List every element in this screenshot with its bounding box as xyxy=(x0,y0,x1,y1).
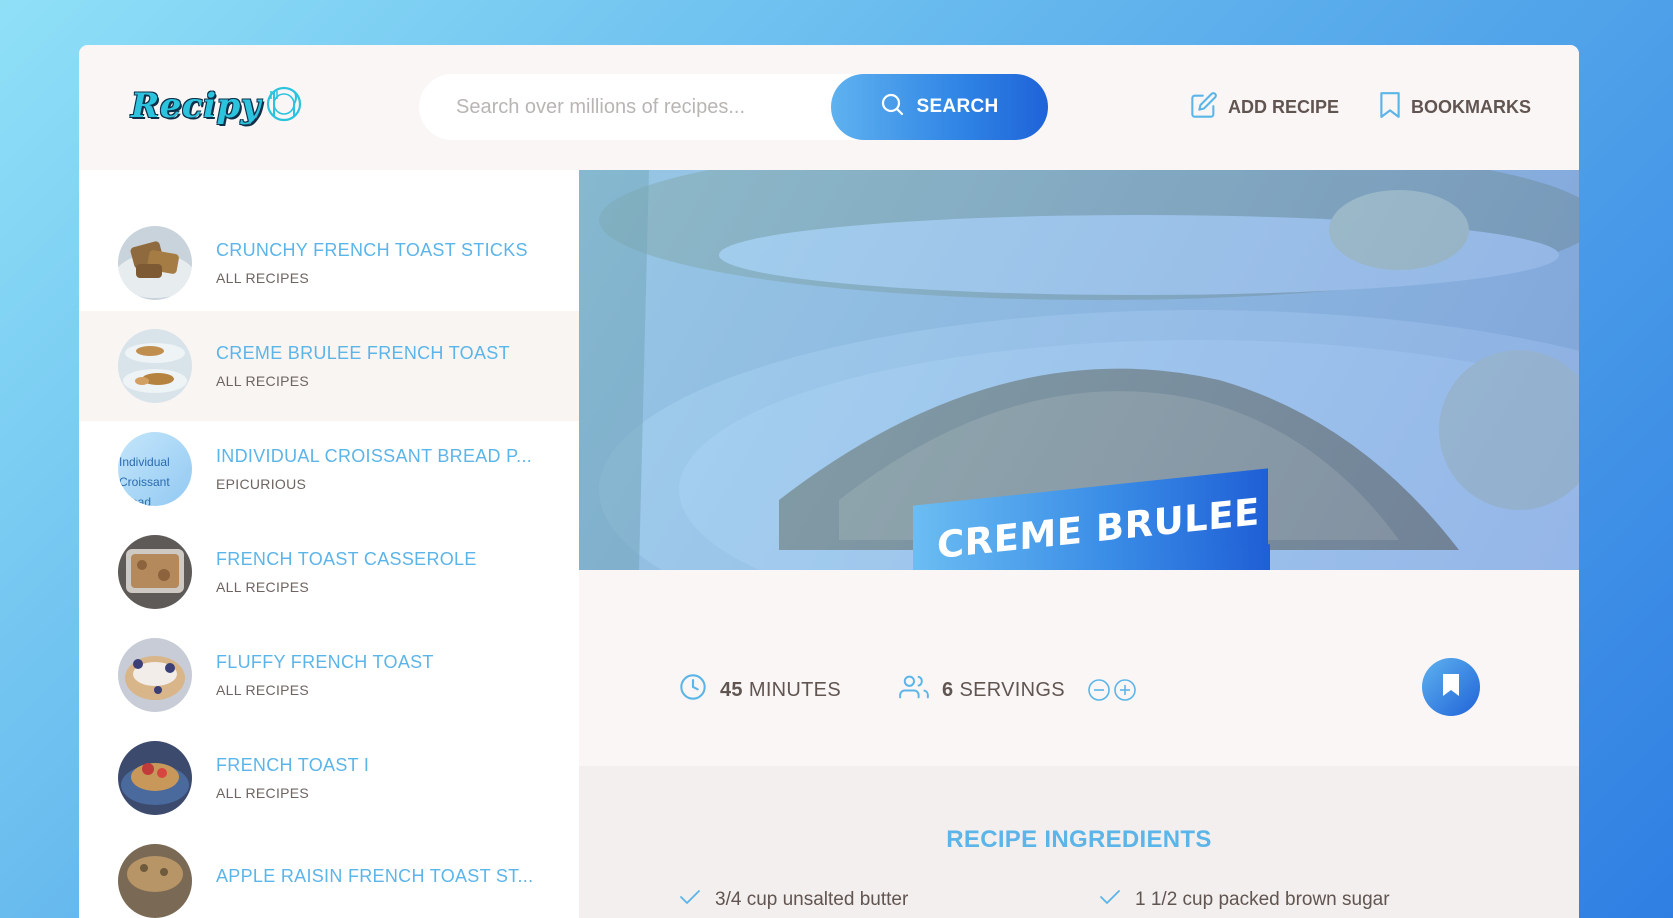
ingredient-text: 1 1/2 cup packed brown sugar xyxy=(1135,889,1390,910)
bookmark-icon xyxy=(1379,91,1401,124)
result-item[interactable]: APPLE RAISIN FRENCH TOAST ST... xyxy=(79,826,579,918)
result-item[interactable]: FRENCH TOAST CASSEROLE ALL RECIPES xyxy=(79,517,579,627)
header: Recipy SEARCH xyxy=(79,45,1579,170)
result-text: FLUFFY FRENCH TOAST ALL RECIPES xyxy=(216,652,434,698)
app-container: Recipy SEARCH xyxy=(79,45,1579,918)
result-text: INDIVIDUAL CROISSANT BREAD P... EPICURIO… xyxy=(216,446,532,492)
bookmark-recipe-button[interactable] xyxy=(1422,658,1480,716)
recipe-ingredients: RECIPE INGREDIENTS 3/4 cup unsalted butt… xyxy=(579,766,1579,918)
ingredient-text: 3/4 cup unsalted butter xyxy=(715,889,909,910)
result-text: CREME BRULEE FRENCH TOAST ALL RECIPES xyxy=(216,343,510,389)
add-recipe-button[interactable]: ADD RECIPE xyxy=(1190,91,1339,124)
logo[interactable]: Recipy xyxy=(131,81,303,131)
result-publisher: ALL RECIPES xyxy=(216,270,310,286)
result-text: APPLE RAISIN FRENCH TOAST ST... xyxy=(216,866,533,896)
search-button-label: SEARCH xyxy=(916,96,999,117)
result-title: APPLE RAISIN FRENCH TOAST ST... xyxy=(216,866,534,886)
decrease-servings-button[interactable] xyxy=(1087,678,1111,702)
result-item[interactable]: CRUNCHY FRENCH TOAST STICKS ALL RECIPES xyxy=(79,208,579,318)
servings-unit: SERVINGS xyxy=(959,678,1065,701)
result-title: FLUFFY FRENCH TOAST xyxy=(216,652,434,672)
recipe-view: CREME BRULEE FRENCH TOAST 45 MINUTES xyxy=(579,170,1579,918)
search-form: SEARCH xyxy=(419,74,1048,140)
result-thumbnail-broken: Individual Croissant Bread xyxy=(118,432,192,506)
result-thumbnail xyxy=(118,329,192,403)
check-icon xyxy=(1099,888,1121,912)
ingredients-heading: RECIPE INGREDIENTS xyxy=(946,826,1212,853)
result-thumbnail xyxy=(118,638,192,712)
result-publisher: EPICURIOUS xyxy=(216,476,307,492)
result-item[interactable]: FLUFFY FRENCH TOAST ALL RECIPES xyxy=(79,620,579,730)
result-thumbnail xyxy=(118,226,192,300)
result-title: CREME BRULEE FRENCH TOAST xyxy=(216,343,510,363)
users-icon xyxy=(899,673,929,707)
check-icon xyxy=(679,888,701,912)
recipe-details: 45 MINUTES 6 SERVINGS xyxy=(579,570,1579,766)
result-thumbnail xyxy=(118,535,192,609)
result-publisher: ALL RECIPES xyxy=(216,373,310,389)
plus-circle-icon xyxy=(1114,679,1136,701)
result-item[interactable]: FRENCH TOAST I ALL RECIPES xyxy=(79,723,579,833)
result-title: CRUNCHY FRENCH TOAST STICKS xyxy=(216,240,528,260)
result-publisher: ALL RECIPES xyxy=(216,785,310,801)
bookmarks-label: BOOKMARKS xyxy=(1411,96,1531,117)
bookmark-fill-icon xyxy=(1441,672,1461,702)
minus-circle-icon xyxy=(1088,679,1110,701)
logo-text: Recipy xyxy=(131,86,262,126)
result-publisher: ALL RECIPES xyxy=(216,682,310,698)
edit-icon xyxy=(1190,91,1218,124)
search-button[interactable]: SEARCH xyxy=(831,74,1048,140)
cooking-time-value: 45 xyxy=(720,678,743,701)
result-thumbnail xyxy=(118,844,192,918)
result-text: CRUNCHY FRENCH TOAST STICKS ALL RECIPES xyxy=(216,240,528,286)
ingredient-item: 3/4 cup unsalted butter xyxy=(679,888,908,912)
result-text: FRENCH TOAST CASSEROLE ALL RECIPES xyxy=(216,549,477,595)
result-title: INDIVIDUAL CROISSANT BREAD P... xyxy=(216,446,533,466)
result-item-active[interactable]: CREME BRULEE FRENCH TOAST ALL RECIPES xyxy=(79,311,579,421)
search-icon xyxy=(880,92,904,122)
clock-icon xyxy=(679,673,707,707)
servings-value: 6 xyxy=(942,678,954,701)
result-thumbnail xyxy=(118,741,192,815)
result-publisher: ALL RECIPES xyxy=(216,579,310,595)
result-title: FRENCH TOAST I xyxy=(216,755,370,775)
bookmarks-button[interactable]: BOOKMARKS xyxy=(1379,91,1531,124)
servings-controls xyxy=(1087,678,1137,702)
result-item[interactable]: Individual Croissant Bread INDIVIDUAL CR… xyxy=(79,414,579,524)
cooking-time-unit: MINUTES xyxy=(748,678,841,701)
cooking-time: 45 MINUTES xyxy=(679,673,841,707)
main-nav: ADD RECIPE BOOKMARKS xyxy=(1190,90,1531,124)
search-results: CRUNCHY FRENCH TOAST STICKS ALL RECIPES … xyxy=(79,170,579,918)
increase-servings-button[interactable] xyxy=(1113,678,1137,702)
result-text: FRENCH TOAST I ALL RECIPES xyxy=(216,755,369,801)
result-title: FRENCH TOAST CASSEROLE xyxy=(216,549,477,569)
search-input[interactable] xyxy=(456,95,816,119)
ingredient-item: 1 1/2 cup packed brown sugar xyxy=(1099,888,1390,912)
add-recipe-label: ADD RECIPE xyxy=(1227,96,1339,117)
servings: 6 SERVINGS xyxy=(899,675,1137,705)
plate-cutlery-icon xyxy=(265,85,303,127)
